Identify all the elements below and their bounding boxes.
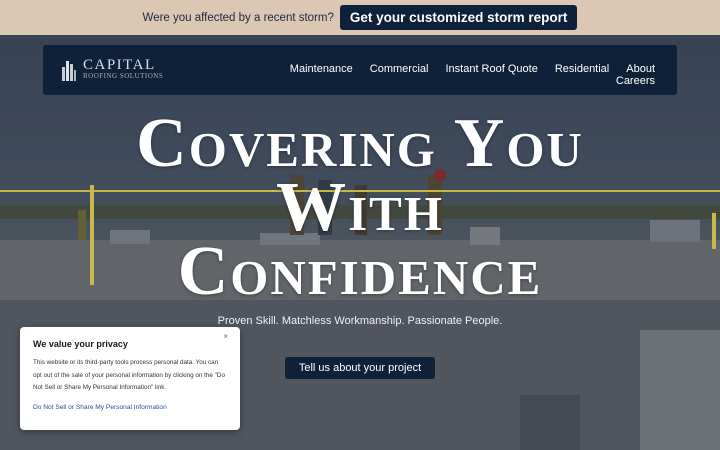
storm-report-button[interactable]: Get your customized storm report [339,5,578,30]
main-navigation: CAPITAL ROOFING SOLUTIONS Maintenance Co… [43,45,677,95]
headline-line-3: Confidence [177,233,543,310]
headline-line-2: With [276,169,444,246]
storm-question-text: Were you affected by a recent storm? [142,11,334,24]
tell-us-about-project-button[interactable]: Tell us about your project [285,357,435,379]
storm-announcement-bar: Were you affected by a recent storm? Get… [0,0,720,35]
hero-tagline: Proven Skill. Matchless Workmanship. Pas… [217,315,503,327]
nav-item-careers[interactable]: Careers [616,75,655,87]
logo-subtitle: ROOFING SOLUTIONS [83,71,164,80]
nav-item-residential[interactable]: Residential [555,63,609,75]
do-not-sell-link[interactable]: Do Not Sell or Share My Personal Informa… [33,404,227,411]
nav-item-about[interactable]: About [626,63,655,75]
nav-item-maintenance[interactable]: Maintenance [290,63,353,75]
privacy-title: We value your privacy [33,339,128,349]
headline-line-1: Covering You [136,105,584,182]
logo-wordmark: CAPITAL [83,56,156,73]
hero-headline: Covering You With Confidence [0,105,720,310]
privacy-body-text: This website or its third-party tools pr… [33,359,225,391]
privacy-consent-popup: × We value your privacy This website or … [20,327,240,430]
close-icon[interactable]: × [223,332,228,341]
nav-item-commercial[interactable]: Commercial [370,63,429,75]
building-logo-icon [62,61,76,81]
nav-item-instant-roof-quote[interactable]: Instant Roof Quote [445,63,537,75]
capital-roofing-logo[interactable]: CAPITAL ROOFING SOLUTIONS [61,57,163,81]
nav-menu: Maintenance Commercial Instant Roof Quot… [290,63,655,75]
